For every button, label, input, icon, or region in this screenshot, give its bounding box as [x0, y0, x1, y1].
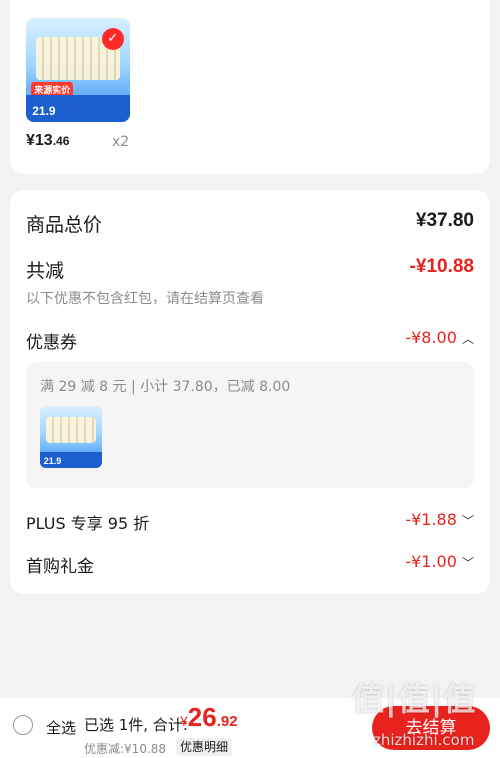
total-label: 商品总价	[26, 214, 103, 236]
price-symbol: ¥	[26, 132, 35, 149]
coupon-image-price: 21.9	[43, 455, 62, 466]
watermark-site: zhizhizhi.com	[373, 731, 475, 749]
price-summary-card: 商品总价 ¥37.80 共减 -¥10.88 以下优惠不包含红包，请在结算页查看…	[10, 190, 490, 594]
first-purchase-value: -¥1.00	[405, 552, 457, 571]
coupon-label: 优惠券	[26, 333, 77, 353]
chevron-up-icon: ︿	[461, 332, 474, 346]
selected-count: 已选 1件, 合计:	[84, 716, 188, 734]
discount-value: -¥10.88	[409, 256, 474, 277]
discount-summary: 优惠减:¥10.88	[84, 742, 167, 756]
coupon-detail: 满 29 减 8 元 | 小计 37.80，已减 8.00	[40, 379, 291, 395]
coupon-product-image[interactable]: 21.9	[40, 406, 102, 468]
first-purchase-label: 首购礼金	[26, 557, 94, 577]
discount-detail-button[interactable]: 优惠明细	[176, 738, 233, 756]
price-int: 13	[34, 132, 53, 149]
product-image[interactable]: ✓ 来源实价 21.9	[26, 18, 130, 122]
discount-note: 以下优惠不包含红包，请在结算页查看	[26, 291, 264, 307]
discount-label: 共减	[26, 260, 65, 282]
check-icon: ✓	[101, 28, 124, 51]
total-dec: .92	[216, 713, 238, 730]
chevron-down-icon: ﹀	[461, 514, 474, 528]
select-all-radio[interactable]	[13, 715, 33, 735]
total-symbol: ¥	[180, 713, 188, 729]
cart-total: ¥26.92	[180, 702, 238, 733]
coupon-value: -¥8.00	[405, 328, 457, 347]
product-price: ¥13.46	[26, 132, 69, 150]
product-quantity: x2	[112, 134, 130, 150]
plus-value: -¥1.88	[405, 510, 457, 529]
plus-label: PLUS 专享 95 折	[26, 514, 150, 533]
first-purchase-toggle[interactable]: -¥1.00 ﹀	[405, 552, 474, 571]
plus-toggle[interactable]: -¥1.88 ﹀	[405, 510, 474, 529]
product-card: ✓ 来源实价 21.9 ¥13.46 x2	[10, 0, 490, 174]
coupon-image-sticks	[46, 417, 96, 444]
coupon-detail-box: 满 29 减 8 元 | 小计 37.80，已减 8.00 21.9	[26, 362, 474, 488]
watermark-logo: 值|值|值	[352, 680, 477, 718]
chevron-down-icon: ﹀	[461, 556, 474, 570]
total-int: 26	[187, 702, 217, 732]
price-dec: .46	[52, 134, 70, 148]
total-value: ¥37.80	[415, 210, 474, 231]
select-all-label[interactable]: 全选	[46, 717, 76, 738]
product-image-price: 21.9	[32, 103, 56, 118]
coupon-toggle[interactable]: -¥8.00 ︿	[405, 328, 474, 347]
